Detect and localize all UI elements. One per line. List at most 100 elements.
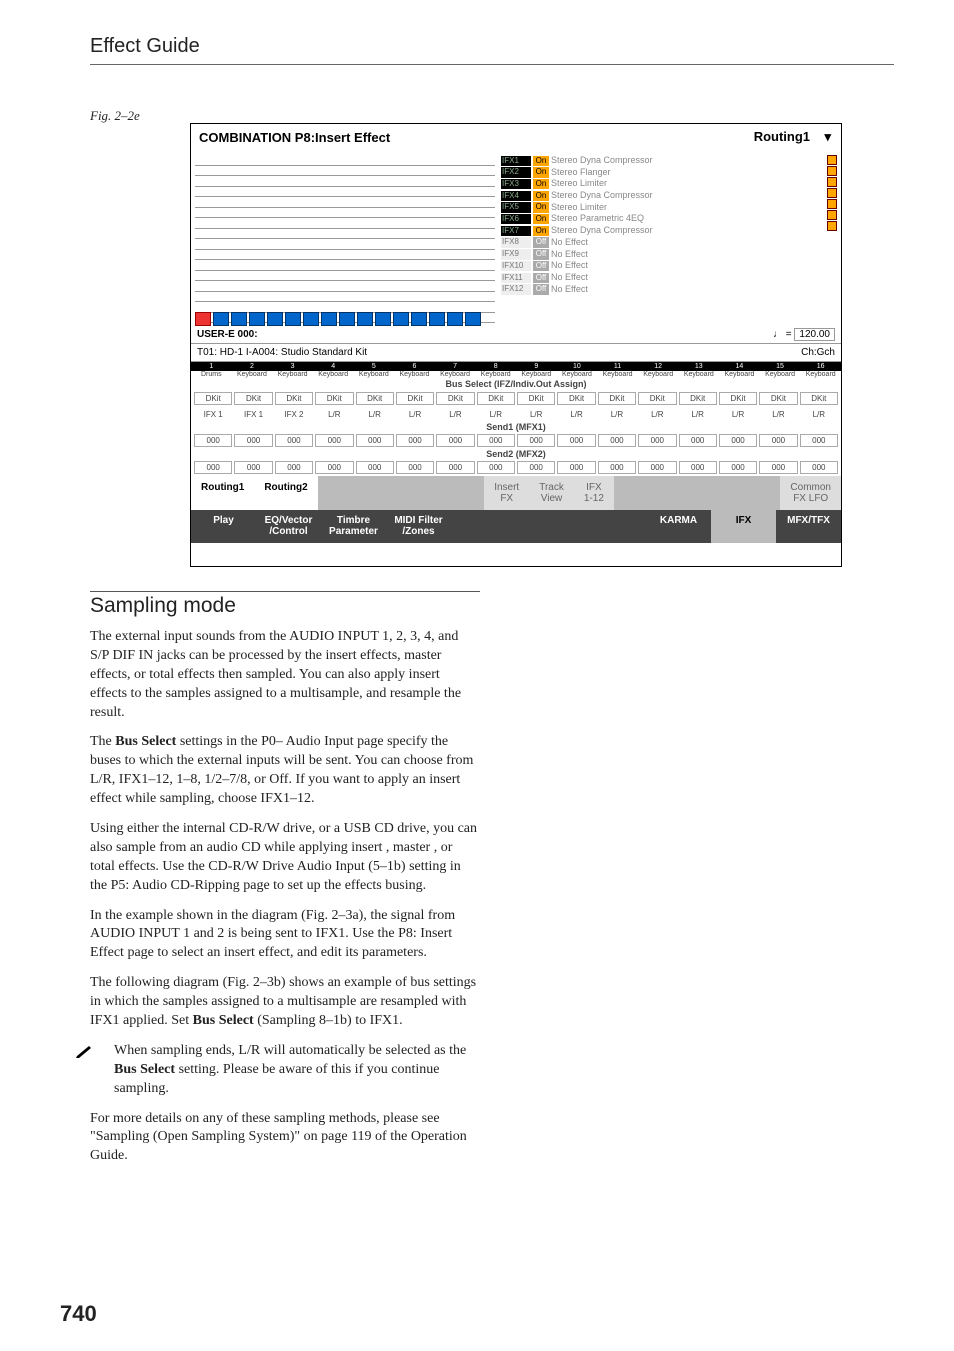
send-cell[interactable]: 000 bbox=[638, 434, 676, 447]
send-cell[interactable]: 000 bbox=[517, 461, 555, 474]
route-cell[interactable]: L/R bbox=[800, 409, 838, 420]
ifx-row[interactable]: IFX4OnStereo Dyna Compressor bbox=[501, 190, 835, 202]
ifx-row[interactable]: IFX9OffNo Effect bbox=[501, 249, 835, 261]
route-cell[interactable]: L/R bbox=[557, 409, 595, 420]
tab-eq-vector[interactable]: EQ/Vector /Control bbox=[256, 510, 321, 543]
route-cell[interactable]: L/R bbox=[356, 409, 394, 420]
body-paragraph: The external input sounds from the AUDIO… bbox=[90, 628, 480, 722]
send-cell[interactable]: 000 bbox=[275, 461, 313, 474]
tab-midi-filter[interactable]: MIDI Filter /Zones bbox=[386, 510, 451, 543]
tab-blank[interactable] bbox=[516, 510, 581, 543]
ifx-row[interactable]: IFX12OffNo Effect bbox=[501, 284, 835, 296]
bus-cell[interactable]: DKit bbox=[517, 392, 555, 405]
tab-blank[interactable] bbox=[451, 510, 516, 543]
ifx-row[interactable]: IFX8OffNo Effect bbox=[501, 237, 835, 249]
send-cell[interactable]: 000 bbox=[557, 461, 595, 474]
text: (Sampling 8–1b) to IFX1. bbox=[254, 1013, 403, 1028]
tab-routing2[interactable]: Routing2 bbox=[254, 476, 317, 510]
send-cell[interactable]: 000 bbox=[436, 461, 474, 474]
send-cell[interactable]: 000 bbox=[234, 461, 272, 474]
tab-timbre-param[interactable]: Timbre Parameter bbox=[321, 510, 386, 543]
send-cell[interactable]: 000 bbox=[234, 434, 272, 447]
send-cell[interactable]: 000 bbox=[679, 434, 717, 447]
send-cell[interactable]: 000 bbox=[517, 434, 555, 447]
send-cell[interactable]: 000 bbox=[275, 434, 313, 447]
send-cell[interactable]: 000 bbox=[679, 461, 717, 474]
send-cell[interactable]: 000 bbox=[759, 461, 797, 474]
send-cell[interactable]: 000 bbox=[396, 434, 434, 447]
bus-cell[interactable]: DKit bbox=[396, 392, 434, 405]
bus-cell[interactable]: DKit bbox=[234, 392, 272, 405]
screenshot-menu-button[interactable]: Routing1 ▾ bbox=[754, 129, 831, 145]
send-cell[interactable]: 000 bbox=[800, 434, 838, 447]
bus-cell[interactable]: DKit bbox=[557, 392, 595, 405]
tab-ifx[interactable]: IFX bbox=[711, 510, 776, 543]
tab-mfx-tfx[interactable]: MFX/TFX bbox=[776, 510, 841, 543]
tab-ifx-1-12[interactable]: IFX 1-12 bbox=[574, 476, 614, 510]
send-cell[interactable]: 000 bbox=[477, 461, 515, 474]
send-cell[interactable]: 000 bbox=[194, 434, 232, 447]
routing-area: IFX1OnStereo Dyna Compressor IFX2OnStere… bbox=[191, 151, 841, 326]
send-cell[interactable]: 000 bbox=[759, 434, 797, 447]
tab-play[interactable]: Play bbox=[191, 510, 256, 543]
send-cell[interactable]: 000 bbox=[638, 461, 676, 474]
send-cell[interactable]: 000 bbox=[194, 461, 232, 474]
route-cell[interactable]: L/R bbox=[477, 409, 515, 420]
bus-cell[interactable]: DKit bbox=[356, 392, 394, 405]
route-cell[interactable]: L/R bbox=[638, 409, 676, 420]
ifx-row[interactable]: IFX7OnStereo Dyna Compressor bbox=[501, 225, 835, 237]
bus-cell[interactable]: DKit bbox=[800, 392, 838, 405]
tab-insert-fx[interactable]: Insert FX bbox=[484, 476, 529, 510]
route-cell[interactable]: L/R bbox=[517, 409, 555, 420]
ifx-row[interactable]: IFX1OnStereo Dyna Compressor bbox=[501, 155, 835, 167]
bus-cell[interactable]: DKit bbox=[598, 392, 636, 405]
tab-karma[interactable]: KARMA bbox=[646, 510, 711, 543]
bus-cell[interactable]: DKit bbox=[436, 392, 474, 405]
route-cell[interactable]: L/R bbox=[719, 409, 757, 420]
send-cell[interactable]: 000 bbox=[800, 461, 838, 474]
send-cell[interactable]: 000 bbox=[477, 434, 515, 447]
send-cell[interactable]: 000 bbox=[719, 434, 757, 447]
tab-common-fx-lfo[interactable]: Common FX LFO bbox=[780, 476, 841, 510]
ifx-row[interactable]: IFX5OnStereo Limiter bbox=[501, 202, 835, 214]
ifx-row[interactable]: IFX3OnStereo Limiter bbox=[501, 178, 835, 190]
route-cell[interactable]: L/R bbox=[315, 409, 353, 420]
ifx-row[interactable]: IFX6OnStereo Parametric 4EQ bbox=[501, 213, 835, 225]
bus-cell[interactable]: DKit bbox=[477, 392, 515, 405]
bus-cell[interactable]: DKit bbox=[679, 392, 717, 405]
tab-track-view[interactable]: Track View bbox=[529, 476, 574, 510]
bus-cell[interactable]: DKit bbox=[759, 392, 797, 405]
route-cell[interactable]: L/R bbox=[436, 409, 474, 420]
send-cell[interactable]: 000 bbox=[315, 434, 353, 447]
route-cell[interactable]: IFX 1 bbox=[234, 409, 272, 420]
send2-label: Send2 (MFX2) bbox=[191, 449, 841, 459]
text: The bbox=[90, 734, 115, 749]
send-cell[interactable]: 000 bbox=[315, 461, 353, 474]
ifx-row[interactable]: IFX11OffNo Effect bbox=[501, 272, 835, 284]
route-cell[interactable]: L/R bbox=[396, 409, 434, 420]
send-cell[interactable]: 000 bbox=[557, 434, 595, 447]
route-cell[interactable]: L/R bbox=[759, 409, 797, 420]
send-cell[interactable]: 000 bbox=[598, 461, 636, 474]
bus-cell[interactable]: DKit bbox=[275, 392, 313, 405]
screenshot-title: COMBINATION P8:Insert Effect bbox=[199, 130, 390, 145]
send-cell[interactable]: 000 bbox=[356, 434, 394, 447]
route-cell[interactable]: IFX 2 bbox=[275, 409, 313, 420]
ifx-row[interactable]: IFX10OffNo Effect bbox=[501, 260, 835, 272]
bus-cell[interactable]: DKit bbox=[719, 392, 757, 405]
tempo-value[interactable]: 120.00 bbox=[794, 328, 835, 341]
tab-blank[interactable] bbox=[581, 510, 646, 543]
send-cell[interactable]: 000 bbox=[719, 461, 757, 474]
route-cell[interactable]: IFX 1 bbox=[194, 409, 232, 420]
route-cell[interactable]: L/R bbox=[598, 409, 636, 420]
ifx-row[interactable]: IFX2OnStereo Flanger bbox=[501, 167, 835, 179]
send-cell[interactable]: 000 bbox=[356, 461, 394, 474]
send-cell[interactable]: 000 bbox=[396, 461, 434, 474]
send-cell[interactable]: 000 bbox=[436, 434, 474, 447]
bus-cell[interactable]: DKit bbox=[315, 392, 353, 405]
route-cell[interactable]: L/R bbox=[679, 409, 717, 420]
tab-routing1[interactable]: Routing1 bbox=[191, 476, 254, 510]
bus-cell[interactable]: DKit bbox=[194, 392, 232, 405]
bus-cell[interactable]: DKit bbox=[638, 392, 676, 405]
send-cell[interactable]: 000 bbox=[598, 434, 636, 447]
